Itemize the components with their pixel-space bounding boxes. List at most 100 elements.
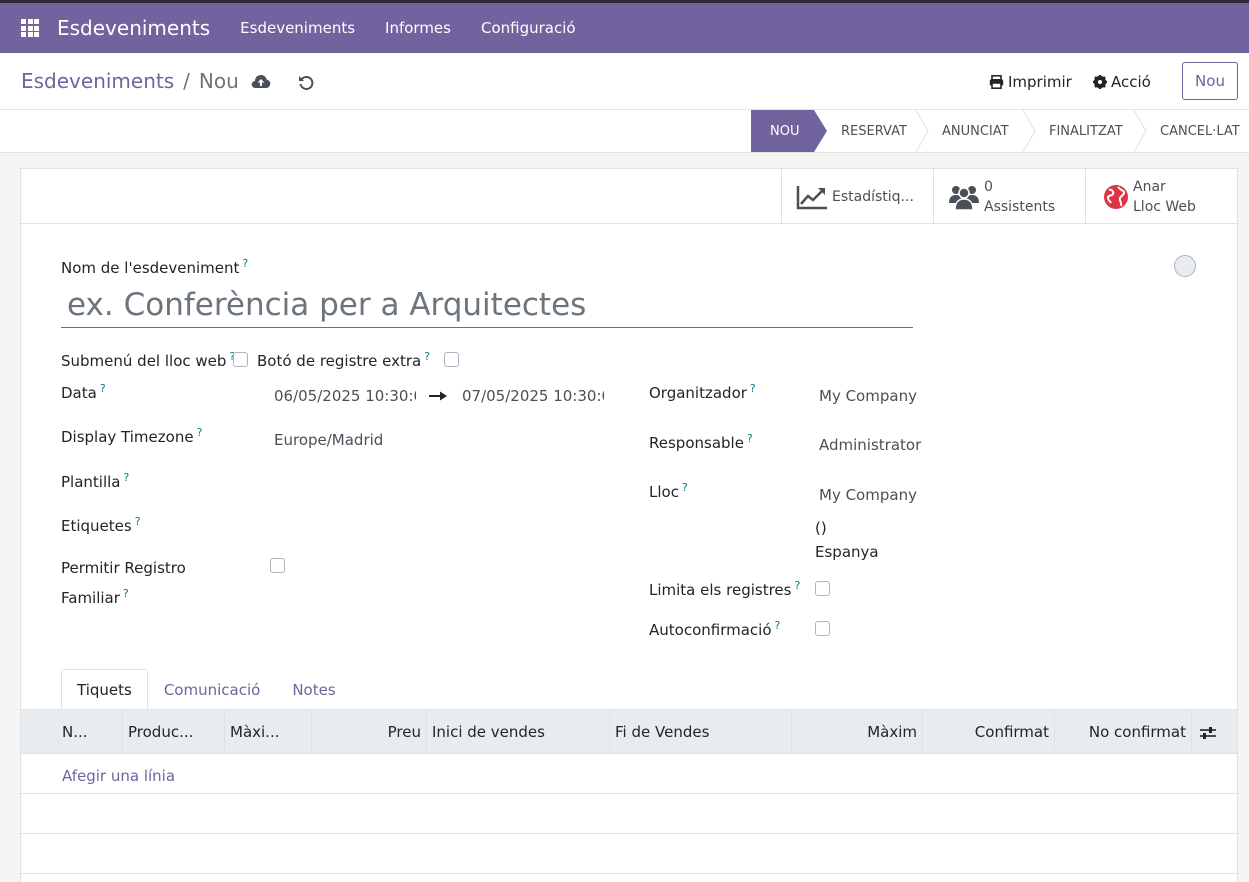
help-tooltip-icon[interactable]: ? (123, 587, 129, 600)
date-end-input[interactable]: 07/05/2025 10:30:00 (462, 387, 604, 405)
table-row (21, 754, 1237, 794)
table-row (21, 794, 1237, 834)
column-max-seats[interactable]: Màxi... (225, 710, 312, 754)
stage-anunciat[interactable]: ANUNCIAT (942, 110, 1009, 152)
gear-icon (1093, 75, 1107, 89)
printer-icon (989, 75, 1004, 89)
venue-input[interactable]: My Company (819, 486, 917, 504)
notebook-tabs: Tiquets Comunicació Notes (61, 669, 352, 710)
column-unconfirmed[interactable]: No confirmat (1055, 710, 1192, 754)
website-submenu-label: Submenú del lloc web? (61, 350, 235, 370)
template-input[interactable] (274, 469, 604, 495)
autoconfirm-checkbox[interactable] (815, 621, 830, 636)
venue-address-line: () (815, 519, 827, 537)
kanban-state-indicator[interactable] (1174, 255, 1196, 277)
menu-configuracio[interactable]: Configuració (481, 19, 576, 37)
stage-finalitzat[interactable]: FINALITZAT (1049, 110, 1123, 152)
website-submenu-checkbox[interactable] (233, 352, 248, 367)
menu-informes[interactable]: Informes (385, 19, 451, 37)
help-tooltip-icon[interactable]: ? (135, 515, 141, 528)
help-tooltip-icon[interactable]: ? (197, 426, 203, 439)
control-panel: Esdeveniments / Nou Imprimir Acció Nou (0, 53, 1249, 110)
action-label: Acció (1111, 73, 1151, 91)
event-name-input[interactable]: ex. Conferència per a Arquitectes (61, 285, 913, 328)
users-icon (949, 185, 979, 210)
optional-columns-sliders-icon[interactable] (1200, 726, 1216, 740)
responsible-label: Responsable? (649, 432, 753, 452)
tab-tiquets[interactable]: Tiquets (61, 669, 148, 710)
column-product[interactable]: Produc... (123, 710, 225, 754)
column-sale-start[interactable]: Inici de vendes (427, 710, 610, 754)
stats-label: Estadístiq... (832, 188, 914, 205)
menu-esdeveniments[interactable]: Esdeveniments (240, 19, 355, 37)
status-bar: NOU RESERVAT ANUNCIAT FINALITZAT CANCEL·… (0, 110, 1249, 153)
stats-smart-button[interactable]: Estadístiq... (781, 169, 934, 224)
add-line-link[interactable]: Afegir una línia (62, 767, 175, 785)
smart-button-box: Estadístiq... 0 Assistents Anar Lloc Web (21, 169, 1237, 224)
stage-separator (1023, 110, 1036, 152)
attendees-smart-button[interactable]: 0 Assistents (933, 169, 1086, 224)
breadcrumb: Esdeveniments / Nou (21, 69, 239, 93)
family-registration-checkbox[interactable] (270, 558, 285, 573)
tags-label: Etiquetes? (61, 515, 141, 535)
date-label: Data? (61, 382, 106, 402)
responsible-input[interactable]: Administrator (819, 436, 921, 454)
help-tooltip-icon[interactable]: ? (747, 432, 753, 445)
column-confirmed[interactable]: Confirmat (923, 710, 1055, 754)
date-begin-input[interactable]: 06/05/2025 10:30:00 (274, 387, 416, 405)
limit-registrations-checkbox[interactable] (815, 581, 830, 596)
tickets-table-header: N... Produc... Màxi... Preu Inici de ven… (21, 709, 1237, 754)
breadcrumb-separator: / (183, 69, 190, 93)
attendees-label: Assistents (984, 198, 1056, 215)
tab-comunicacio[interactable]: Comunicació (148, 669, 276, 710)
chart-line-icon (796, 185, 827, 209)
stage-nou[interactable]: NOU (751, 110, 814, 152)
help-tooltip-icon[interactable]: ? (682, 481, 688, 494)
website-line2: Lloc Web (1133, 198, 1196, 215)
attendees-count: 0 (984, 178, 993, 195)
stage-cancellat[interactable]: CANCEL·LAT (1160, 110, 1240, 152)
app-brand[interactable]: Esdeveniments (57, 16, 210, 40)
limit-registrations-label: Limita els registres? (649, 579, 801, 599)
action-button[interactable]: Acció (1093, 73, 1151, 91)
timezone-label: Display Timezone? (61, 426, 203, 446)
organizer-input[interactable]: My Company (819, 387, 917, 405)
tags-input[interactable] (274, 513, 604, 539)
tab-notes[interactable]: Notes (276, 669, 351, 710)
undo-icon[interactable] (297, 73, 315, 91)
column-sale-end[interactable]: Fi de Vendes (610, 710, 792, 754)
column-maximum[interactable]: Màxim (792, 710, 923, 754)
stage-reservat[interactable]: RESERVAT (841, 110, 907, 152)
timezone-select[interactable]: Europe/Madrid (274, 431, 383, 449)
column-name[interactable]: N... (21, 710, 123, 754)
venue-country: Espanya (815, 543, 879, 561)
help-tooltip-icon[interactable]: ? (794, 579, 800, 592)
stage-arrow-active (814, 110, 827, 152)
print-label: Imprimir (1008, 73, 1072, 91)
go-website-smart-button[interactable]: Anar Lloc Web (1085, 169, 1237, 224)
globe-icon (1104, 184, 1128, 209)
apps-menu-icon[interactable] (21, 19, 39, 37)
website-line1: Anar (1133, 178, 1166, 195)
column-price[interactable]: Preu (312, 710, 427, 754)
extra-register-button-checkbox[interactable] (444, 352, 459, 367)
extra-register-button-label: Botó de registre extra? (257, 350, 431, 370)
autoconfirm-label: Autoconfirmació? (649, 619, 781, 639)
help-tooltip-icon[interactable]: ? (124, 471, 130, 484)
stage-separator (916, 110, 929, 152)
help-tooltip-icon[interactable]: ? (750, 382, 756, 395)
breadcrumb-current: Nou (198, 69, 239, 93)
help-tooltip-icon[interactable]: ? (775, 619, 781, 632)
arrow-right-icon (429, 391, 447, 401)
top-navbar: Esdeveniments Esdeveniments Informes Con… (0, 0, 1249, 53)
family-registration-label: Permitir Registro Familiar? (61, 559, 186, 607)
help-tooltip-icon[interactable]: ? (424, 350, 430, 363)
help-tooltip-icon[interactable]: ? (242, 257, 248, 270)
new-button[interactable]: Nou (1182, 62, 1238, 100)
cloud-upload-icon[interactable] (251, 73, 271, 89)
print-button[interactable]: Imprimir (989, 73, 1072, 91)
template-label: Plantilla? (61, 471, 130, 491)
organizer-label: Organitzador? (649, 382, 756, 402)
breadcrumb-parent[interactable]: Esdeveniments (21, 69, 174, 93)
help-tooltip-icon[interactable]: ? (100, 382, 106, 395)
